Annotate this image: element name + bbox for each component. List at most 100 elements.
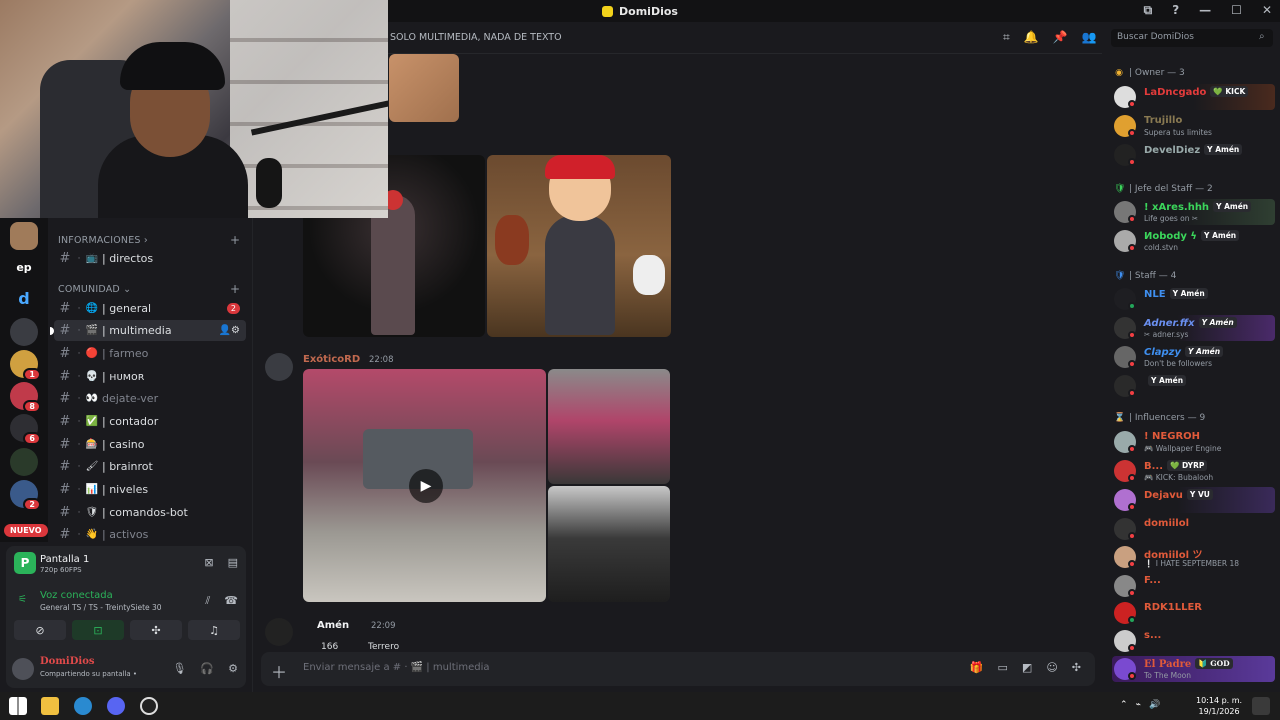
bell-icon[interactable]: 🔔	[1024, 30, 1039, 45]
server-icon[interactable]: 2	[10, 480, 41, 511]
chevron-up-icon[interactable]: ⌃	[1120, 700, 1128, 710]
member-item[interactable]: El Padre 🔰 GOD To The Moon	[1112, 656, 1275, 682]
gear-icon[interactable]: ⚙	[228, 662, 238, 675]
member-item[interactable]: F...	[1112, 573, 1275, 599]
server-icon[interactable]	[10, 222, 38, 250]
member-item[interactable]: DevelDiez Y Amén	[1112, 142, 1275, 168]
mic-icon[interactable]: 🎙	[172, 662, 186, 675]
windows-start-icon[interactable]	[9, 697, 27, 715]
member-item[interactable]: NLE Y Amén	[1112, 286, 1275, 312]
member-item[interactable]: domiilol ツ ❕ I HATE SEPTEMBER 18	[1112, 544, 1275, 570]
member-item[interactable]: domiilol	[1112, 516, 1275, 542]
add-channel-icon[interactable]: +	[230, 233, 240, 247]
message-input[interactable]: Enviar mensaje a # · 🎬 | multimedia	[303, 662, 490, 673]
inbox-icon[interactable]: ⧉	[1144, 3, 1153, 18]
channel-settings-icon[interactable]: 👤⚙	[219, 325, 240, 336]
soundboard-button[interactable]: ♫	[188, 620, 240, 640]
member-item[interactable]: ! xAres.hhh Y Amén Life goes on ✂	[1112, 199, 1275, 225]
search-icon[interactable]: ⌕	[1259, 31, 1265, 42]
screen-share-button[interactable]: ⊡	[72, 620, 124, 640]
pin-icon[interactable]: 📌	[1053, 30, 1068, 45]
channel-directos[interactable]: # · 📺 | directos	[54, 248, 246, 269]
attachment-image[interactable]	[389, 54, 459, 122]
server-icon[interactable]: 8	[10, 382, 41, 413]
member-item[interactable]: ! NEGROH 🎮 Wallpaper Engine	[1112, 429, 1275, 455]
member-item[interactable]: Adner.ffx Y Amén ✂ adner.sys	[1112, 315, 1275, 341]
attachment-image[interactable]	[487, 155, 671, 337]
attachment-image[interactable]	[548, 486, 670, 602]
category-informaciones[interactable]: INFORMACIONES › +	[58, 233, 240, 247]
taskbar-clock[interactable]: 10:14 p. m. 19/1/2026	[1196, 695, 1242, 717]
role-header-jefe-staff: 🛡 | Jefe del Staff — 2	[1114, 184, 1213, 194]
server-icon[interactable]	[10, 318, 38, 346]
member-item[interactable]: Clapzy Y Amén Don't be followers	[1112, 344, 1275, 370]
server-icon[interactable]: 1	[10, 350, 41, 381]
notification-icon[interactable]	[1252, 697, 1270, 715]
search-input[interactable]: Buscar DomiDios	[1111, 29, 1273, 47]
obs-icon[interactable]	[140, 697, 158, 715]
channel-farmeo[interactable]: # · 🔴 | farmeo	[54, 343, 246, 364]
video-attachment[interactable]: ▶	[303, 369, 546, 602]
headphones-icon[interactable]: 🎧	[200, 662, 214, 675]
stop-stream-icon[interactable]: ⊠	[204, 556, 213, 569]
member-item[interactable]: Y Amén	[1112, 373, 1275, 399]
volume-icon[interactable]: 🔊	[1149, 700, 1160, 710]
member-item[interactable]: s...	[1112, 628, 1275, 654]
user-name[interactable]: DomiDios	[40, 656, 95, 667]
emoji-icon[interactable]: ☺	[1046, 661, 1057, 674]
member-item[interactable]: Dejavu Y VU	[1112, 487, 1275, 513]
channel-humor[interactable]: # · 💀 | ʜᴜᴍᴏʀ	[54, 366, 246, 387]
channel-niveles[interactable]: # · 📊 | niveles	[54, 479, 246, 500]
signal-icon[interactable]: ⚟	[18, 594, 27, 605]
channel-dejate-ver[interactable]: # · 👀 dejate-ver	[54, 388, 246, 409]
members-icon[interactable]: 👥	[1082, 30, 1097, 45]
category-comunidad[interactable]: COMUNIDAD ⌄ +	[58, 282, 240, 296]
disconnect-icon[interactable]: ☎	[224, 594, 238, 608]
gif-icon[interactable]: ▭	[998, 661, 1008, 674]
network-icon[interactable]: ⌁	[1136, 700, 1141, 710]
member-item[interactable]: B... 💚 DYRP 🎮 KICK: Bubalooh	[1112, 458, 1275, 484]
message-avatar[interactable]	[265, 353, 293, 381]
channel-activos[interactable]: # · 👋 | activos	[54, 524, 246, 545]
file-explorer-icon[interactable]	[41, 697, 59, 715]
camera-off-button[interactable]: ⊘	[14, 620, 66, 640]
threads-icon[interactable]: ⌗	[1003, 30, 1010, 45]
voice-channel-path[interactable]: General TS / TS - TreintySiete 30	[40, 603, 162, 612]
channel-multimedia[interactable]: # · 🎬 | multimedia 👤⚙	[50, 320, 246, 341]
play-icon[interactable]: ▶	[409, 469, 443, 503]
avatar[interactable]	[12, 658, 34, 680]
close-button[interactable]: ✕	[1262, 3, 1272, 18]
noise-suppression-icon[interactable]: ⫽	[205, 594, 210, 608]
discord-taskbar-icon[interactable]	[107, 697, 125, 715]
channel-comandos-bot[interactable]: # · 🛡 | comandos-bot	[54, 502, 246, 523]
member-item[interactable]: Иobody ϟY Amén cold.stvn	[1112, 228, 1275, 254]
add-channel-icon[interactable]: +	[230, 282, 240, 296]
maximize-button[interactable]: ☐	[1231, 3, 1242, 18]
member-item[interactable]: LaDncgado 💚 KICK	[1112, 84, 1275, 110]
message-author[interactable]: Amén	[317, 620, 349, 631]
stream-settings-icon[interactable]: ▤	[228, 556, 238, 569]
message-author[interactable]: ExóticoRD	[303, 354, 360, 365]
activities-button[interactable]: ✣	[130, 620, 182, 640]
server-icon-da[interactable]: d	[10, 284, 38, 312]
server-icon[interactable]: 6	[10, 414, 41, 445]
member-item[interactable]: Trujillo Supera tus limites	[1112, 113, 1275, 139]
channel-contador[interactable]: # · ✅ | contador	[54, 411, 246, 432]
channel-general[interactable]: # · 🌐 | general 2	[54, 298, 246, 319]
member-item[interactable]: RDK1LLER	[1112, 600, 1275, 626]
voice-connected-label[interactable]: Voz conectada	[40, 590, 113, 601]
sticker-icon[interactable]: ◩	[1022, 661, 1032, 674]
channel-brainrot[interactable]: # · 🖌 | brainrot	[54, 456, 246, 477]
help-icon[interactable]: ?	[1172, 3, 1179, 18]
server-icon-ep[interactable]: ep	[10, 253, 38, 281]
edge-icon[interactable]	[74, 697, 92, 715]
gift-icon[interactable]: 🎁	[970, 661, 984, 674]
attachment-image[interactable]	[548, 369, 670, 484]
channel-casino[interactable]: # · 🎰 | casino	[54, 434, 246, 455]
message-composer[interactable]: ＋ Enviar mensaje a # · 🎬 | multimedia 🎁 …	[261, 652, 1095, 686]
add-attachment-icon[interactable]: ＋	[271, 659, 287, 683]
minimize-button[interactable]: —	[1199, 3, 1211, 18]
apps-icon[interactable]: ✣	[1072, 661, 1081, 674]
message-avatar[interactable]	[265, 618, 293, 646]
server-icon[interactable]	[10, 448, 38, 476]
